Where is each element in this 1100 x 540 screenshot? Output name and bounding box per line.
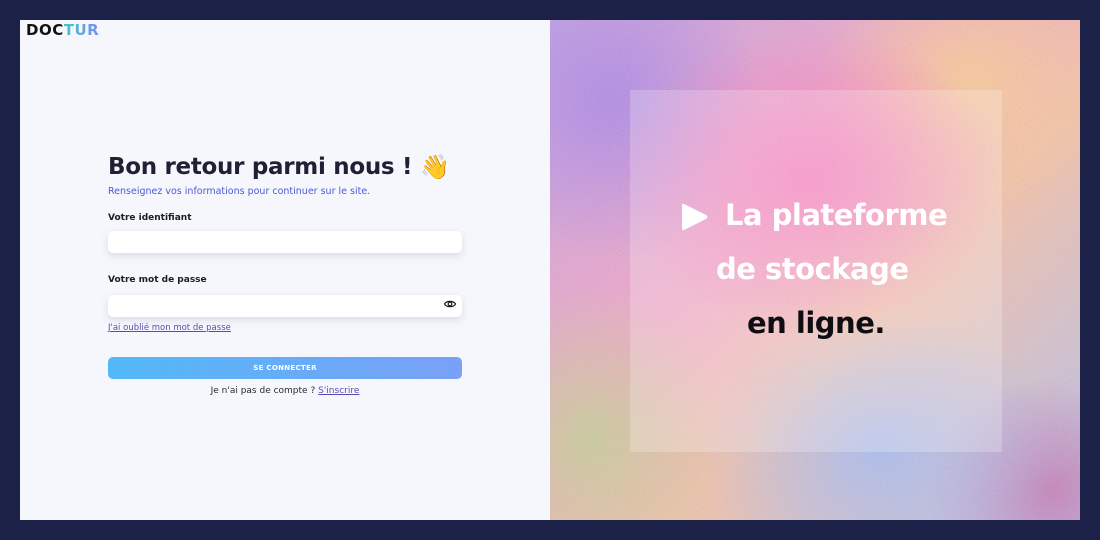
- play-icon: [682, 203, 708, 231]
- hero-line-1: La plateforme: [725, 198, 948, 232]
- forgot-password-link[interactable]: J'ai oublié mon mot de passe: [108, 323, 231, 333]
- hero-card: La plateforme de stockage en ligne.: [630, 90, 1002, 452]
- logo-text-accent: TUR: [63, 21, 100, 39]
- title-row: Bon retour parmi nous ! 👋: [108, 150, 462, 184]
- hero-headline: La plateforme de stockage en ligne.: [630, 90, 1002, 452]
- signup-prompt: Je n'ai pas de compte ?: [210, 386, 316, 396]
- signup-link[interactable]: S'inscrire: [318, 386, 359, 396]
- page-title: Bon retour parmi nous !: [108, 154, 413, 180]
- login-form: Bon retour parmi nous ! 👋 Renseignez vos…: [108, 150, 462, 396]
- hero-panel: La plateforme de stockage en ligne.: [550, 20, 1080, 520]
- login-button[interactable]: SE CONNECTER: [108, 357, 462, 379]
- password-field: [108, 293, 462, 317]
- signup-row: Je n'ai pas de compte ? S'inscrire: [108, 386, 462, 396]
- password-label: Votre mot de passe: [108, 275, 207, 285]
- username-label: Votre identifiant: [108, 213, 192, 223]
- page-subtitle: Renseignez vos informations pour continu…: [108, 186, 371, 197]
- logo-text-primary: DOC: [26, 21, 64, 39]
- hero-line-3: en ligne.: [747, 306, 885, 340]
- eye-icon[interactable]: [444, 298, 456, 310]
- waving-hand-icon: 👋: [420, 153, 451, 181]
- password-input[interactable]: [108, 294, 462, 317]
- hero-line-2: de stockage: [716, 252, 909, 286]
- app-frame: DOCTUR Bon retour parmi nous ! 👋 Renseig…: [20, 20, 1080, 520]
- username-input[interactable]: [108, 231, 462, 253]
- logo[interactable]: DOCTUR: [26, 21, 99, 39]
- login-panel: DOCTUR Bon retour parmi nous ! 👋 Renseig…: [20, 20, 550, 520]
